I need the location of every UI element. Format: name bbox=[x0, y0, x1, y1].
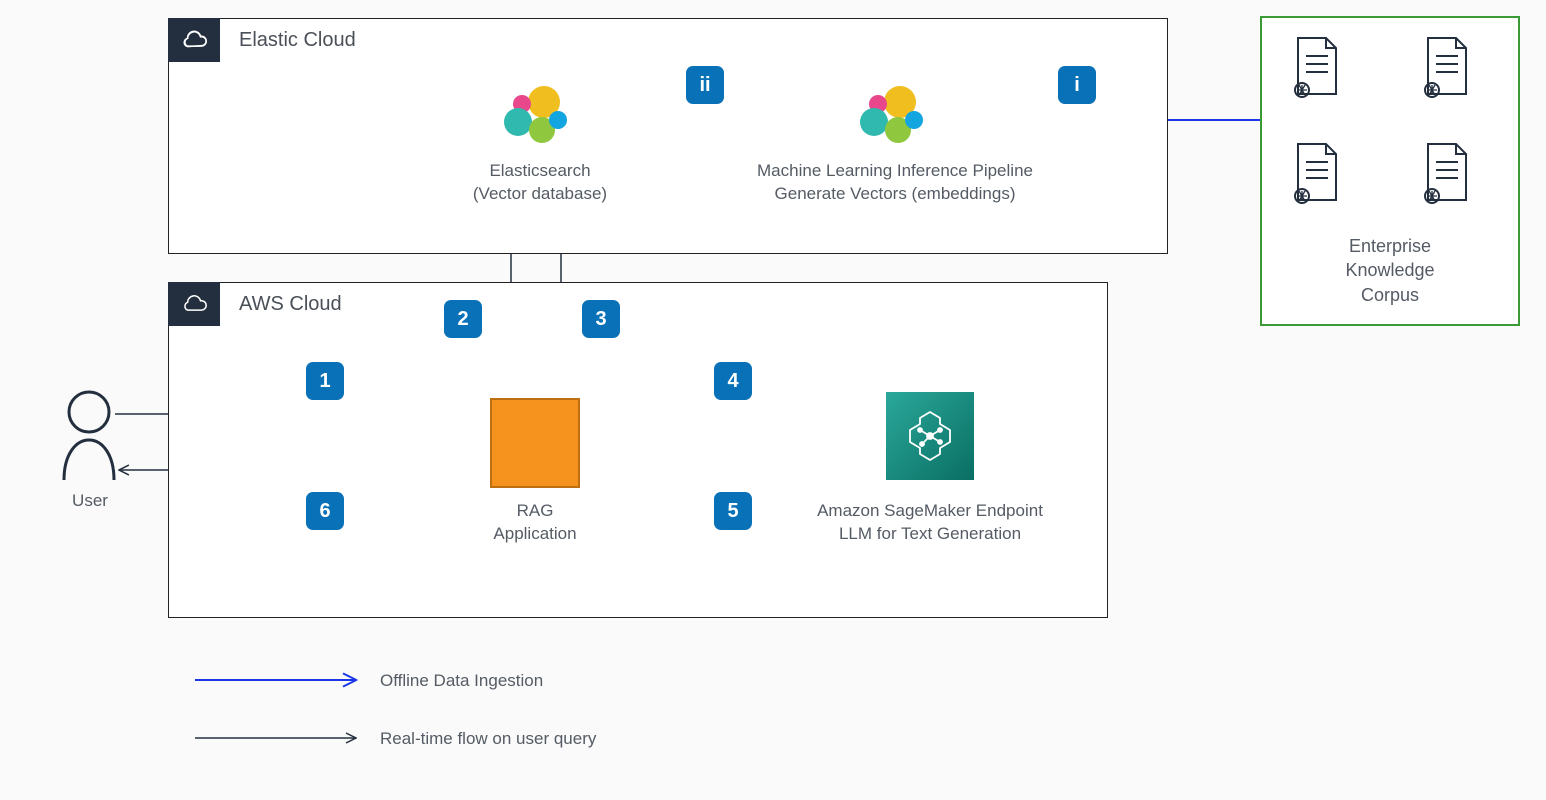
step-ii-badge: ii bbox=[686, 66, 724, 104]
elasticsearch-logo-icon bbox=[500, 80, 572, 157]
ml-pipeline-label: Machine Learning Inference PipelineGener… bbox=[735, 160, 1055, 206]
step-5-badge: 5 bbox=[714, 492, 752, 530]
aws-cloud-tab bbox=[168, 282, 220, 326]
step-4-badge: 4 bbox=[714, 362, 752, 400]
legend-realtime-label: Real-time flow on user query bbox=[380, 728, 700, 751]
rag-application-icon bbox=[490, 398, 580, 488]
step-1-badge: 1 bbox=[306, 362, 344, 400]
rag-label: RAGApplication bbox=[470, 500, 600, 546]
document-icon bbox=[1288, 140, 1344, 213]
elastic-cloud-container: Elastic Cloud bbox=[168, 18, 1168, 254]
cloud-icon bbox=[179, 30, 209, 50]
elasticsearch-label: Elasticsearch(Vector database) bbox=[440, 160, 640, 206]
sagemaker-label: Amazon SageMaker EndpointLLM for Text Ge… bbox=[790, 500, 1070, 546]
step-6-badge: 6 bbox=[306, 492, 344, 530]
sagemaker-endpoint-icon bbox=[886, 392, 974, 480]
step-i-badge: i bbox=[1058, 66, 1096, 104]
step-3-badge: 3 bbox=[582, 300, 620, 338]
cloud-icon bbox=[179, 294, 209, 314]
document-icon bbox=[1418, 34, 1474, 107]
aws-cloud-title: AWS Cloud bbox=[239, 293, 342, 316]
elastic-cloud-title: Elastic Cloud bbox=[239, 29, 356, 52]
user-icon bbox=[60, 388, 118, 487]
ml-pipeline-logo-icon bbox=[856, 80, 928, 157]
step-2-badge: 2 bbox=[444, 300, 482, 338]
corpus-label: EnterpriseKnowledgeCorpus bbox=[1300, 234, 1480, 307]
document-icon bbox=[1288, 34, 1344, 107]
user-label: User bbox=[45, 490, 135, 513]
document-icon bbox=[1418, 140, 1474, 213]
elastic-cloud-tab bbox=[168, 18, 220, 62]
legend-offline-label: Offline Data Ingestion bbox=[380, 670, 680, 693]
